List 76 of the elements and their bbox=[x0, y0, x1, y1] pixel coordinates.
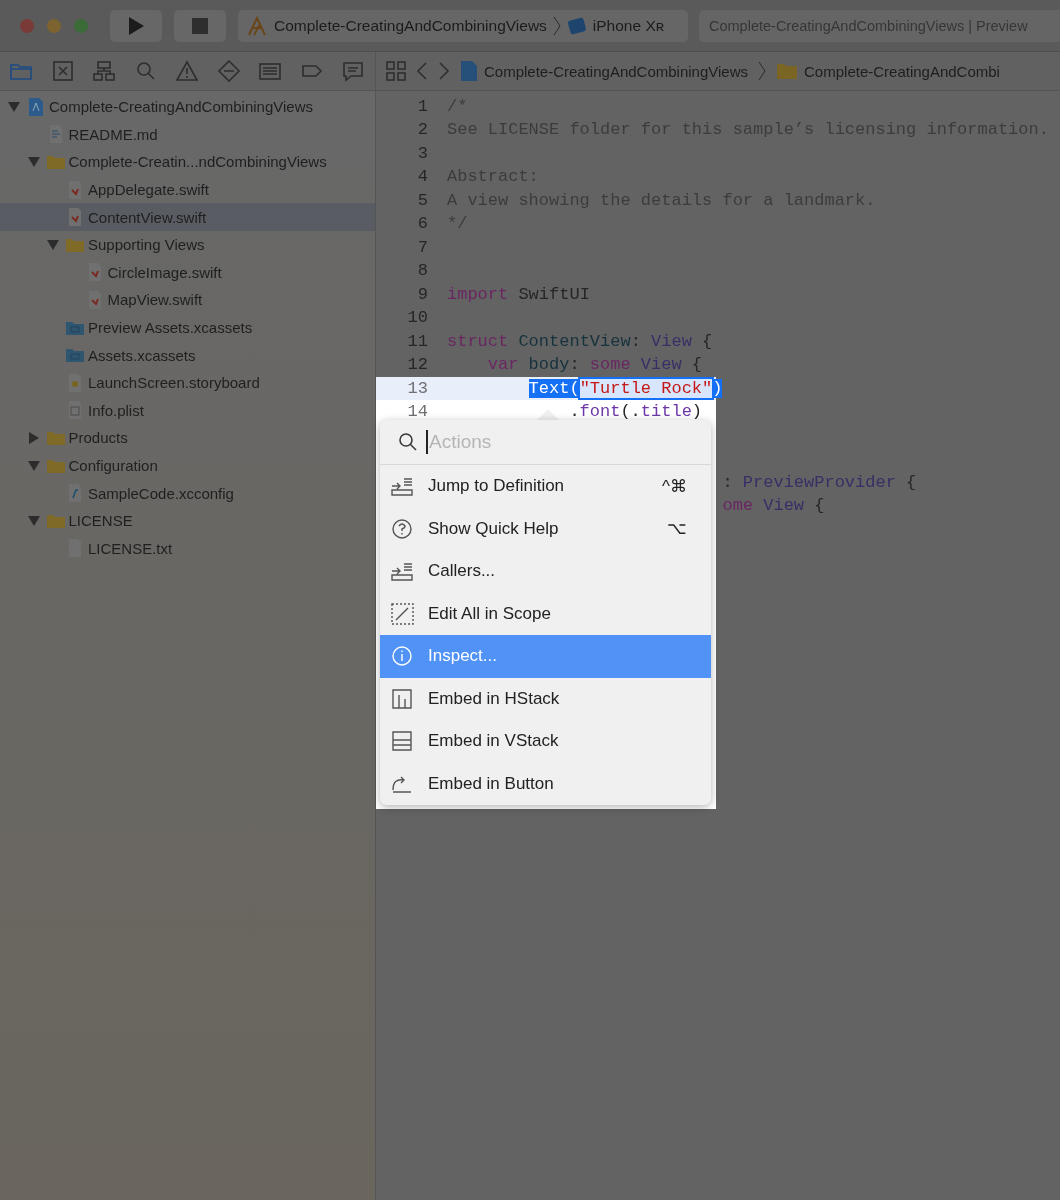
code-line: import SwiftUI bbox=[447, 284, 590, 304]
project-icon bbox=[460, 60, 478, 82]
disclosure-right-icon[interactable] bbox=[27, 431, 40, 444]
line-number: 9 bbox=[417, 284, 428, 304]
chevron-icon bbox=[552, 15, 561, 36]
action-item[interactable]: Inspect... bbox=[380, 635, 711, 678]
chevron-icon bbox=[758, 61, 767, 81]
navigator-item[interactable]: Assets.xcassets bbox=[0, 341, 375, 369]
folder-icon bbox=[776, 62, 799, 80]
shortcut: ⌥ bbox=[667, 518, 687, 540]
play-icon bbox=[127, 15, 145, 36]
navigator-item[interactable]: MapView.swift bbox=[0, 286, 375, 314]
navigator-item[interactable]: CircleImage.swift bbox=[0, 258, 375, 287]
navigator-item[interactable]: Supporting Views bbox=[0, 230, 375, 259]
navigator-item[interactable]: Complete-CreatingAndCombiningViews bbox=[0, 93, 375, 121]
run-button[interactable] bbox=[110, 9, 162, 42]
action-item[interactable]: Embed in Button bbox=[380, 762, 711, 805]
search-icon bbox=[398, 432, 418, 452]
navigator-item[interactable]: Info.plist bbox=[0, 396, 375, 425]
disclosure-down-icon[interactable] bbox=[27, 459, 40, 472]
warning-icon[interactable] bbox=[175, 60, 199, 82]
navigator-item[interactable]: LICENSE bbox=[0, 506, 375, 535]
device-name: iPhone Xʀ bbox=[592, 16, 665, 35]
line-number: 5 bbox=[417, 190, 428, 210]
line-number: 12 bbox=[407, 355, 428, 375]
disclosure-down-icon[interactable] bbox=[47, 238, 59, 251]
navigator-item[interactable]: ContentView.swift bbox=[0, 203, 375, 231]
code-line: */ bbox=[447, 214, 468, 234]
stop-icon bbox=[192, 17, 208, 34]
minimize-button[interactable] bbox=[47, 18, 61, 33]
line-number: 13 bbox=[407, 378, 428, 398]
search-field[interactable]: Actions bbox=[426, 430, 681, 454]
hierarchy-icon[interactable] bbox=[92, 60, 116, 82]
back-icon[interactable] bbox=[416, 61, 428, 81]
breadcrumb[interactable]: Complete-CreatingAndCombiningViews bbox=[484, 62, 749, 80]
line-number: 6 bbox=[417, 214, 428, 234]
line-number: 3 bbox=[417, 143, 428, 163]
breadcrumb[interactable]: Complete-CreatingAndCombi bbox=[804, 62, 1000, 80]
action-item[interactable]: Callers... bbox=[380, 550, 711, 593]
close-button[interactable] bbox=[20, 18, 34, 33]
action-item[interactable]: Embed in HStack bbox=[380, 677, 711, 720]
code-line: Text("Turtle Rock") bbox=[528, 378, 723, 398]
navigator-item[interactable]: Preview Assets.xcassets bbox=[0, 313, 375, 342]
code-line: .font(.title) bbox=[569, 402, 703, 422]
navigator-item[interactable]: LICENSE.txt bbox=[0, 534, 375, 563]
action-item[interactable]: Jump to Definition ^⌘ bbox=[380, 465, 711, 508]
code-line: /* bbox=[447, 96, 468, 116]
forward-icon[interactable] bbox=[438, 61, 450, 81]
line-number: 7 bbox=[417, 237, 428, 257]
project-icon bbox=[26, 96, 46, 117]
grid-icon[interactable] bbox=[386, 61, 406, 81]
line-number: 4 bbox=[417, 167, 428, 187]
disclosure-down-icon[interactable] bbox=[8, 100, 20, 113]
navigator-item[interactable]: Configuration bbox=[0, 451, 375, 480]
line-number: 11 bbox=[407, 331, 428, 351]
scheme-selector[interactable]: Complete-CreatingAndCombiningViews iPhone Xʀ bbox=[238, 9, 688, 42]
disclosure-down-icon[interactable] bbox=[27, 156, 40, 168]
shortcut: ^⌘ bbox=[662, 475, 687, 497]
navigator-item[interactable]: SampleCode.xcconfig bbox=[0, 479, 375, 507]
navigator-item[interactable]: Products bbox=[0, 424, 375, 452]
action-item[interactable]: Embed in VStack bbox=[380, 720, 711, 763]
scheme-name: Complete-CreatingAndCombiningViews bbox=[274, 16, 547, 35]
navigator-item[interactable]: Complete-Creatin...ndCombiningViews bbox=[0, 148, 375, 176]
line-number: 1 bbox=[417, 96, 428, 116]
stop-button[interactable] bbox=[174, 9, 226, 42]
action-item[interactable]: Edit All in Scope bbox=[380, 592, 711, 635]
phone-icon bbox=[566, 16, 587, 35]
action-item[interactable]: Show Quick Help ⌥ bbox=[380, 507, 711, 550]
line-number: 14 bbox=[407, 402, 428, 422]
line-number: 10 bbox=[407, 308, 428, 328]
navigator-item[interactable]: LaunchScreen.storyboard bbox=[0, 368, 375, 397]
navigator-item[interactable]: README.md bbox=[0, 120, 375, 149]
line-number: 2 bbox=[417, 120, 428, 140]
disclosure-down-icon[interactable] bbox=[27, 514, 40, 527]
line-number: 8 bbox=[417, 261, 428, 281]
navigator-item[interactable]: AppDelegate.swift bbox=[0, 175, 375, 204]
